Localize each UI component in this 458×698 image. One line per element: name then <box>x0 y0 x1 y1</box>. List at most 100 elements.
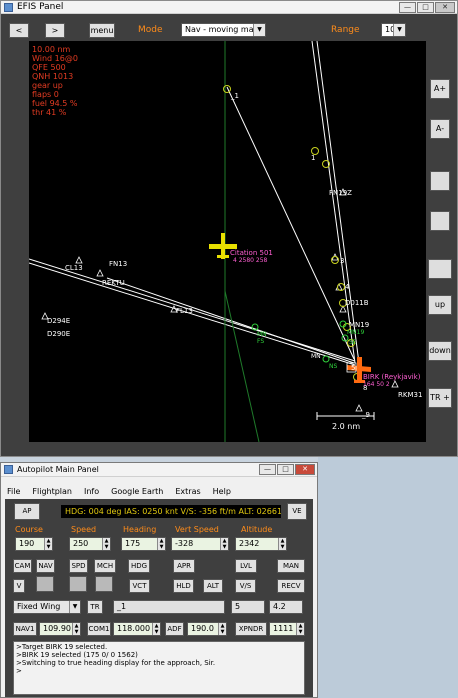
adf-stepper[interactable]: 190.0 ▲ ▼ <box>187 622 227 636</box>
menu-file[interactable]: File <box>1 485 26 498</box>
vspeed-stepper[interactable]: -328 ▲ ▼ <box>171 537 229 551</box>
autopilot-window: Autopilot Main Panel — □ ✕ File Flightpl… <box>0 462 318 698</box>
blank-button-3[interactable] <box>428 259 452 279</box>
nav-label: MN <box>257 331 267 338</box>
menu-flightplan[interactable]: Flightplan <box>26 485 78 498</box>
field-4-2[interactable]: 4.2 <box>269 600 303 614</box>
window-controls: — □ ✕ <box>259 464 315 475</box>
mode-value: Nav - moving map <box>185 25 259 34</box>
down-button[interactable]: down <box>428 341 452 361</box>
range-select[interactable]: 10 ▼ <box>381 23 406 37</box>
minimize-icon[interactable]: — <box>399 2 416 13</box>
altitude-stepper[interactable]: 2342 ▲ ▼ <box>235 537 287 551</box>
recv-button[interactable]: RECV <box>277 579 305 593</box>
xpndr-stepper[interactable]: 1111 ▲ ▼ <box>269 622 305 636</box>
ap-button[interactable]: AP <box>14 503 40 520</box>
route-line <box>226 86 355 360</box>
hdg-button[interactable]: HDG <box>128 559 150 573</box>
speed-stepper[interactable]: 250 ▲ ▼ <box>69 537 111 551</box>
apr-button[interactable]: APR <box>173 559 195 573</box>
stepper-arrows-icon[interactable]: ▲ ▼ <box>278 538 286 550</box>
toggle-switch-2[interactable] <box>69 576 87 592</box>
blank-button-1[interactable] <box>430 171 450 191</box>
efis-window: EFIS Panel — □ ✕ < > menu Mode Nav - mov… <box>0 0 458 457</box>
nav1-stepper[interactable]: 109.90 ▲ ▼ <box>39 622 81 636</box>
flight-info-line: Wind 16@0 <box>32 54 78 63</box>
nav-button[interactable]: NAV <box>36 559 55 573</box>
heading-stepper[interactable]: 175 ▲ ▼ <box>121 537 166 551</box>
field-5[interactable]: 5 <box>231 600 265 614</box>
desktop-background <box>318 457 458 698</box>
menu-info[interactable]: Info <box>78 485 105 498</box>
menu-button[interactable]: menu <box>89 23 115 38</box>
com1-stepper[interactable]: 118.000 ▲ ▼ <box>113 622 161 636</box>
minimize-icon[interactable]: — <box>259 464 276 475</box>
maximize-icon[interactable]: □ <box>277 464 294 475</box>
chevron-down-icon[interactable]: ▼ <box>253 24 265 36</box>
close-icon[interactable]: ✕ <box>295 464 315 475</box>
speed-value: 250 <box>73 539 89 548</box>
up-button[interactable]: up <box>428 295 452 315</box>
menu-extras[interactable]: Extras <box>169 485 206 498</box>
vs-button[interactable]: V/S <box>235 579 256 593</box>
a-minus-button[interactable]: A- <box>430 119 450 139</box>
autopilot-titlebar: Autopilot Main Panel — □ ✕ <box>1 463 317 477</box>
message-log[interactable]: >Target BIRK 19 selected. >BIRK 19 selec… <box>13 641 305 695</box>
waypoint-label-5: 5 <box>351 364 356 372</box>
toggle-switch-1[interactable] <box>36 576 54 592</box>
next-button[interactable]: > <box>45 23 65 38</box>
flight-info-line: thr 41 % <box>32 108 67 117</box>
flight-info-line: gear up <box>32 81 63 90</box>
vspeed-value: -328 <box>175 539 194 548</box>
a-plus-button[interactable]: A+ <box>430 79 450 99</box>
aircraft-type-value: Fixed Wing <box>17 602 61 611</box>
mch-button[interactable]: MCH <box>94 559 116 573</box>
stepper-arrows-icon[interactable]: ▲ ▼ <box>44 538 52 550</box>
v-button[interactable]: V <box>13 579 25 593</box>
spd-button[interactable]: SPD <box>69 559 88 573</box>
mode-select[interactable]: Nav - moving map ▼ <box>181 23 266 37</box>
toggle-switch-3[interactable] <box>95 576 113 592</box>
flight-info-line: 10.00 nm <box>32 45 71 54</box>
traffic-name: Citation 501 <box>230 249 273 257</box>
waypoint-label-9: _9 <box>362 411 370 419</box>
log-line: >BIRK 19 selected (175 0/ 0 1562) <box>16 651 138 659</box>
tr-button[interactable]: TR <box>87 600 103 614</box>
route-field[interactable]: _1 <box>113 600 225 614</box>
stepper-arrows-icon[interactable]: ▲ ▼ <box>296 623 304 635</box>
stepper-arrows-icon[interactable]: ▲ ▼ <box>72 623 80 635</box>
tr-plus-button[interactable]: TR + <box>428 388 452 408</box>
course-stepper[interactable]: 190 ▲ ▼ <box>15 537 53 551</box>
menu-help[interactable]: Help <box>207 485 237 498</box>
flight-info-line: QFE 500 <box>32 63 66 72</box>
adf-button[interactable]: ADF <box>165 622 184 636</box>
stepper-arrows-icon[interactable]: ▲ ▼ <box>152 623 160 635</box>
xpndr-button[interactable]: XPNDR <box>235 622 267 636</box>
moving-map[interactable]: 10.00 nm Wind 16@0 QFE 500 QNH 1013 gear up f… <box>29 41 426 442</box>
close-icon[interactable]: ✕ <box>435 2 455 13</box>
com1-button[interactable]: COM1 <box>87 622 111 636</box>
waypoint-label-fl13: FL13 <box>176 307 193 315</box>
chevron-down-icon[interactable]: ▼ <box>69 601 80 613</box>
man-button[interactable]: MAN <box>277 559 305 573</box>
prev-button[interactable]: < <box>9 23 29 38</box>
aircraft-type-select[interactable]: Fixed Wing ▼ <box>13 600 81 614</box>
menu-google-earth[interactable]: Google Earth <box>105 485 169 498</box>
chevron-down-icon[interactable]: ▼ <box>393 24 405 36</box>
app-icon <box>4 465 13 474</box>
lvl-button[interactable]: LVL <box>235 559 257 573</box>
autopilot-title: Autopilot Main Panel <box>17 465 99 474</box>
stepper-arrows-icon[interactable]: ▲ ▼ <box>157 538 165 550</box>
stepper-arrows-icon[interactable]: ▲ ▼ <box>102 538 110 550</box>
stepper-arrows-icon[interactable]: ▲ ▼ <box>218 623 226 635</box>
alt-button[interactable]: ALT <box>203 579 223 593</box>
cam-button[interactable]: CAM <box>13 559 32 573</box>
maximize-icon[interactable]: □ <box>417 2 434 13</box>
vct-button[interactable]: VCT <box>129 579 150 593</box>
nav1-button[interactable]: NAV1 <box>13 622 37 636</box>
flight-info-line: flaps 0 <box>32 90 59 99</box>
hld-button[interactable]: HLD <box>173 579 194 593</box>
blank-button-2[interactable] <box>430 211 450 231</box>
ve-button[interactable]: VE <box>287 503 307 520</box>
stepper-arrows-icon[interactable]: ▲ ▼ <box>220 538 228 550</box>
